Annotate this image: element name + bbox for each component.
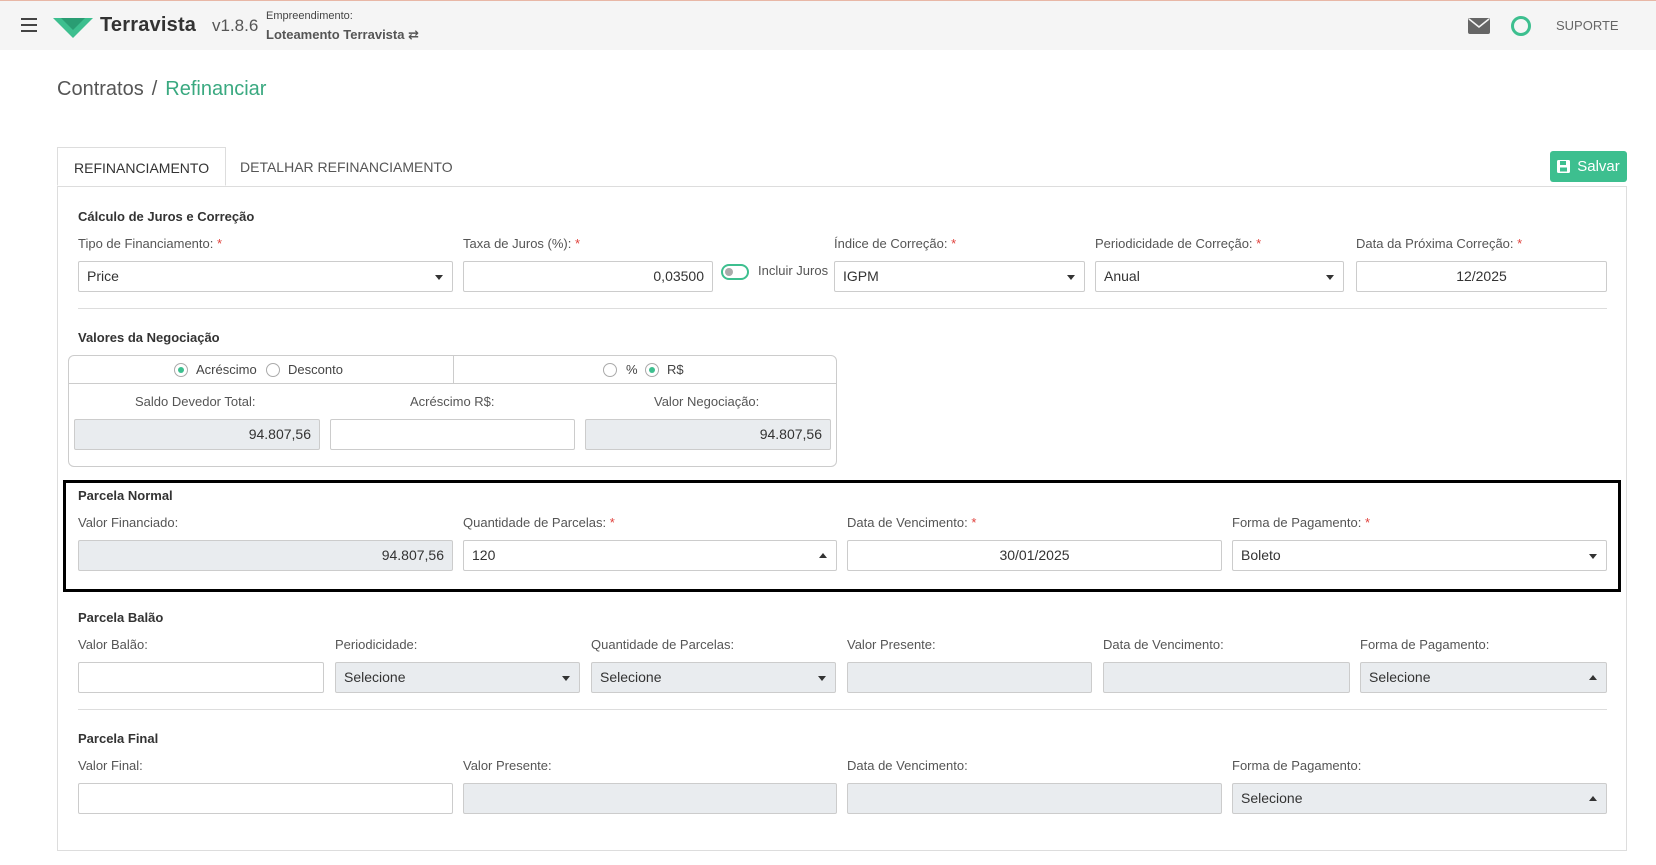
valor-negociacao-label: Valor Negociação: (654, 394, 760, 409)
quantidade-parcelas-select[interactable]: 120 (463, 540, 837, 571)
final-vencimento-label: Data de Vencimento: (847, 758, 968, 773)
parcela-final-section-title: Parcela Final (78, 731, 159, 746)
status-indicator-icon[interactable] (1511, 16, 1531, 36)
menu-icon[interactable] (21, 18, 37, 32)
negociacao-box: Acréscimo Desconto % R$ (68, 355, 837, 467)
negociacao-section-title: Valores da Negociação (78, 330, 220, 345)
balao-vencimento-label: Data de Vencimento: (1103, 637, 1224, 652)
parcela-normal-highlight-box (63, 480, 1621, 592)
balao-valor-presente-input (847, 662, 1092, 693)
forma-pagamento-label: Forma de Pagamento: * (1232, 515, 1371, 530)
valor-balao-label: Valor Balão: (78, 637, 148, 652)
tipo-financiamento-select[interactable]: Price (78, 261, 453, 292)
top-navbar: Terravista v1.8.6 Empreendimento: Loteam… (0, 0, 1656, 50)
parcela-normal-section-title: Parcela Normal (78, 488, 173, 503)
empreendimento-label: Empreendimento: (266, 10, 353, 22)
acrescimo-radio-label: Acréscimo (196, 362, 257, 377)
brand-name: Terravista (100, 14, 197, 36)
negociacao-options: Acréscimo Desconto % R$ (69, 356, 836, 384)
save-button[interactable]: Salvar (1550, 151, 1627, 182)
divider (78, 709, 1607, 710)
tipo-financiamento-label: Tipo de Financiamento: * (78, 236, 223, 251)
indice-correcao-select[interactable]: IGPM (834, 261, 1085, 292)
valor-financiado-label: Valor Financiado: (78, 515, 179, 530)
data-vencimento-label: Data de Vencimento: * (847, 515, 977, 530)
floppy-disk-icon (1557, 160, 1571, 173)
balao-valor-presente-label: Valor Presente: (847, 637, 936, 652)
tab-detalhar-refinanciamento[interactable]: DETALHAR REFINANCIAMENTO (224, 147, 469, 186)
divider (78, 308, 1607, 309)
incluir-juros-toggle[interactable] (721, 264, 749, 280)
acrescimo-rs-input[interactable] (330, 419, 575, 450)
balao-vencimento-input (1103, 662, 1350, 693)
balao-quantidade-select[interactable]: Selecione (591, 662, 836, 693)
periodicidade-correcao-label: Periodicidade de Correção: * (1095, 236, 1262, 251)
desconto-radio[interactable] (266, 363, 280, 377)
support-link[interactable]: SUPORTE (1556, 18, 1619, 33)
data-vencimento-input[interactable]: 30/01/2025 (847, 540, 1222, 571)
valor-balao-input[interactable] (78, 662, 324, 693)
mail-icon[interactable] (1468, 18, 1490, 34)
taxa-juros-input[interactable]: 0,03500 (463, 261, 713, 292)
saldo-devedor-input: 94.807,56 (74, 419, 320, 450)
tab-refinanciamento[interactable]: REFINANCIAMENTO (57, 147, 227, 186)
indice-correcao-label: Índice de Correção: * (834, 236, 957, 251)
acrescimo-radio[interactable] (174, 363, 188, 377)
desconto-radio-label: Desconto (288, 362, 343, 377)
saldo-devedor-label: Saldo Devedor Total: (135, 394, 256, 409)
final-forma-pagamento-label: Forma de Pagamento: (1232, 758, 1362, 773)
taxa-juros-label: Taxa de Juros (%): * (463, 236, 581, 251)
empreendimento-switcher[interactable]: Loteamento Terravista ⇄ (266, 27, 419, 43)
incluir-juros-label: Incluir Juros (758, 263, 829, 278)
app-version: v1.8.6 (212, 16, 259, 35)
reais-radio-label: R$ (667, 362, 684, 377)
terravista-logo-icon (53, 18, 93, 38)
reais-radio[interactable] (645, 363, 659, 377)
percent-radio[interactable] (603, 363, 617, 377)
valor-final-input[interactable] (78, 783, 453, 814)
breadcrumb: Contratos / Refinanciar (57, 78, 266, 101)
balao-periodicidade-select[interactable]: Selecione (335, 662, 580, 693)
final-valor-presente-input (463, 783, 837, 814)
periodicidade-correcao-select[interactable]: Anual (1095, 261, 1344, 292)
final-valor-presente-label: Valor Presente: (463, 758, 552, 773)
final-vencimento-input (847, 783, 1222, 814)
breadcrumb-contratos[interactable]: Contratos (57, 78, 144, 100)
balao-forma-pagamento-label: Forma de Pagamento: (1360, 637, 1490, 652)
forma-pagamento-select[interactable]: Boleto (1232, 540, 1607, 571)
final-forma-pagamento-select[interactable]: Selecione (1232, 783, 1607, 814)
proxima-correcao-label: Data da Próxima Correção: * (1356, 236, 1523, 251)
quantidade-parcelas-label: Quantidade de Parcelas: * (463, 515, 615, 530)
parcela-balao-section-title: Parcela Balão (78, 610, 164, 625)
breadcrumb-current: Refinanciar (165, 78, 267, 100)
save-button-label: Salvar (1577, 158, 1620, 175)
valor-final-label: Valor Final: (78, 758, 143, 773)
calculo-section-title: Cálculo de Juros e Correção (78, 209, 255, 224)
acrescimo-rs-label: Acréscimo R$: (410, 394, 495, 409)
balao-quantidade-label: Quantidade de Parcelas: (591, 637, 735, 652)
proxima-correcao-input[interactable]: 12/2025 (1356, 261, 1607, 292)
breadcrumb-separator: / (151, 78, 158, 100)
balao-forma-pagamento-select[interactable]: Selecione (1360, 662, 1607, 693)
valor-financiado-input: 94.807,56 (78, 540, 453, 571)
percent-radio-label: % (626, 362, 638, 377)
balao-periodicidade-label: Periodicidade: (335, 637, 418, 652)
valor-negociacao-input: 94.807,56 (585, 419, 831, 450)
